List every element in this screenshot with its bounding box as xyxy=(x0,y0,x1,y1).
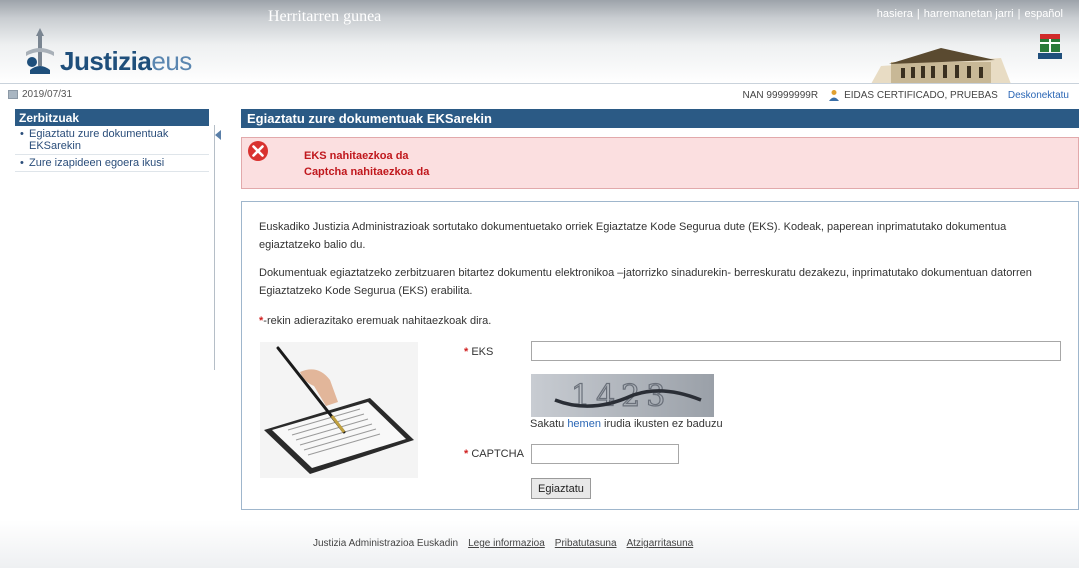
sidebar-item-procedure-status[interactable]: Zure izapideen egoera ikusi xyxy=(15,155,209,172)
logout-link[interactable]: Deskonektatu xyxy=(1008,90,1069,101)
eks-label-text: EKS xyxy=(471,346,494,358)
required-marker: * xyxy=(464,346,469,358)
hint-after-text: irudia ikusten ez baduzu xyxy=(600,418,723,430)
logo-suffix-text: eus xyxy=(151,46,192,76)
captcha-label-text: CAPTCHA xyxy=(471,448,524,460)
collapse-sidebar-icon[interactable] xyxy=(215,130,221,140)
captcha-image: 1423 xyxy=(531,374,714,417)
footer-link-privacy[interactable]: Pribatutasuna xyxy=(555,538,617,549)
error-box: EKS nahitaezkoa da Captcha nahitaezkoa d… xyxy=(241,137,1079,189)
eks-label: * EKS xyxy=(464,346,493,358)
header-title: Herritarren gunea xyxy=(268,8,382,25)
logo-emblem-icon xyxy=(26,28,54,74)
link-language[interactable]: español xyxy=(1020,8,1067,20)
captcha-text: 1423 xyxy=(571,379,671,414)
link-home[interactable]: hasiera xyxy=(873,8,917,20)
footer-link-legal[interactable]: Lege informazioa xyxy=(468,538,545,549)
sidebar-item-verify-documents[interactable]: Egiaztatu zure dokumentuak EKSarekin xyxy=(15,126,209,155)
verify-submit-button[interactable]: Egiaztatu xyxy=(531,478,591,499)
captcha-refresh-link[interactable]: hemen xyxy=(567,418,601,430)
date-text: 2019/07/31 xyxy=(22,89,73,100)
description-paragraph: Dokumentuak egiaztatzeko zerbitzuaren bi… xyxy=(259,267,1032,297)
footer-copyright: Justizia Administrazioa Euskadin xyxy=(313,538,459,549)
captcha-input[interactable] xyxy=(531,444,679,464)
page-title: Egiaztatu zure dokumentuak EKSarekin xyxy=(241,109,1079,128)
page-footer: Justizia Administrazioa Euskadin Lege in… xyxy=(0,520,1079,568)
user-name-group: EIDAS CERTIFICADO, PRUEBAS xyxy=(828,89,998,101)
error-message-eks: EKS nahitaezkoa da xyxy=(304,150,409,162)
user-info: NAN 99999999R EIDAS CERTIFICADO, PRUEBAS… xyxy=(742,89,1069,101)
eks-input[interactable] xyxy=(531,341,1061,361)
captcha-refresh-hint: Sakatu hemen irudia ikusten ez baduzu xyxy=(530,418,723,430)
sidebar: Zerbitzuak Egiaztatu zure dokumentuak EK… xyxy=(15,109,209,172)
current-date: 2019/07/31 xyxy=(8,89,72,100)
justizia-logo[interactable]: Justiziaeus xyxy=(20,26,192,77)
sidebar-divider xyxy=(214,125,215,370)
link-contact[interactable]: harremanetan jarri xyxy=(920,8,1018,20)
footer-links: Justizia Administrazioa Euskadin Lege in… xyxy=(313,538,693,549)
verification-form-panel: Euskadiko Justizia Administrazioak sortu… xyxy=(241,201,1079,510)
error-icon xyxy=(248,141,268,161)
top-links: hasiera | harremanetan jarri | español xyxy=(873,8,1067,20)
footer-link-accessibility[interactable]: Atzigarritasuna xyxy=(627,538,694,549)
building-illustration xyxy=(871,48,1011,84)
captcha-label: * CAPTCHA xyxy=(464,448,524,460)
user-name: EIDAS CERTIFICADO, PRUEBAS xyxy=(844,89,998,101)
status-bar: 2019/07/31 NAN 99999999R EIDAS CERTIFICA… xyxy=(0,83,1079,104)
user-id: NAN 99999999R xyxy=(742,89,819,101)
intro-paragraph: Euskadiko Justizia Administrazioak sortu… xyxy=(259,221,1007,251)
basque-government-seal-icon xyxy=(1038,34,1062,59)
logo-wordmark: Justiziaeus xyxy=(60,46,192,77)
required-marker: * xyxy=(464,448,469,460)
tablet-signing-image xyxy=(260,342,418,478)
site-header: Herritarren gunea hasiera | harremanetan… xyxy=(0,0,1079,84)
logo-main-text: Justizia xyxy=(60,46,152,76)
hint-before-text: Sakatu xyxy=(530,418,568,430)
required-fields-note: *-rekin adierazitako eremuak nahitaezkoa… xyxy=(259,312,1059,330)
required-note-text: -rekin adierazitako eremuak nahitaezkoak… xyxy=(263,315,492,327)
sidebar-heading: Zerbitzuak xyxy=(15,109,209,126)
error-message-captcha: Captcha nahitaezkoa da xyxy=(304,166,430,178)
user-icon xyxy=(829,90,840,101)
calendar-icon xyxy=(8,90,18,99)
